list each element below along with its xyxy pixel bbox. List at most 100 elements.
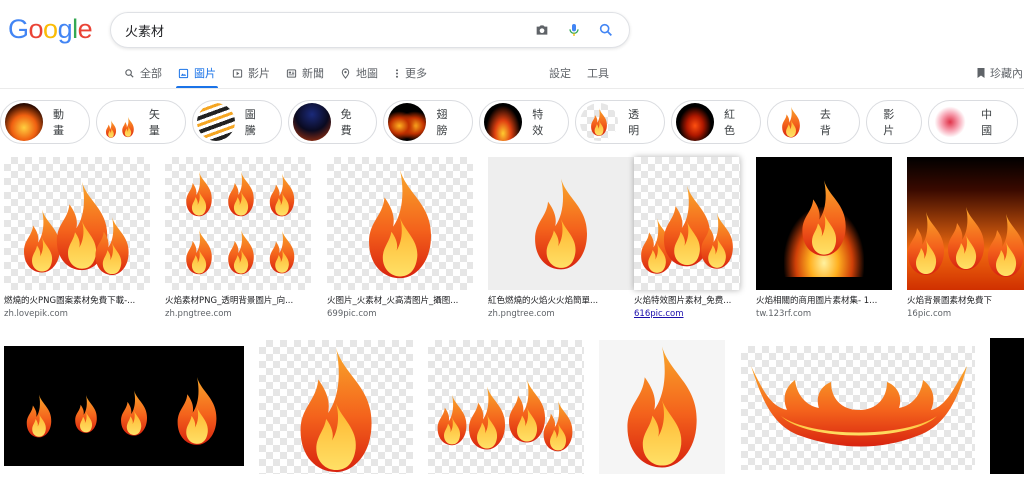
result-caption[interactable]: 燃燒的火PNG圖案素材免費下載-... — [4, 294, 150, 306]
image-result[interactable]: 火焰相關的商用圖片素材集- 1... tw.123rf.com — [756, 157, 892, 319]
settings-link[interactable]: 設定 — [549, 58, 571, 88]
result-source[interactable]: 699pic.com — [327, 309, 473, 319]
logo-letter: o — [43, 13, 58, 44]
result-thumbnail[interactable] — [165, 157, 311, 290]
result-thumbnail[interactable] — [4, 346, 244, 466]
chip-label: 影片 — [883, 108, 895, 137]
logo-letter: G — [8, 13, 29, 44]
chip-transparent[interactable]: 透明 — [575, 100, 666, 144]
image-result[interactable] — [4, 346, 244, 466]
mic-icon[interactable] — [559, 15, 589, 45]
image-result[interactable] — [990, 338, 1024, 474]
image-icon — [178, 68, 189, 78]
result-source[interactable]: 16pic.com — [907, 309, 1024, 319]
result-caption[interactable]: 火焰背景圖素材免費下 — [907, 294, 1024, 306]
result-caption[interactable]: 火焰相關的商用圖片素材集- 1... — [756, 294, 892, 306]
tab-videos[interactable]: 影片 — [232, 58, 270, 88]
chip-label: 特效 — [532, 108, 544, 137]
image-result[interactable] — [741, 346, 975, 470]
image-result[interactable] — [428, 340, 584, 474]
search-box[interactable]: 火素材 — [110, 12, 630, 48]
chip-totem[interactable]: 圖騰 — [191, 100, 282, 144]
chip-china[interactable]: 中國 — [928, 100, 1019, 144]
chip-free[interactable]: 免費 — [287, 100, 378, 144]
chip-video[interactable]: 影片 — [866, 100, 923, 144]
chip-thumbnail — [676, 103, 715, 141]
tab-label: 更多 — [405, 67, 427, 80]
chip-thumbnail — [933, 103, 972, 141]
video-icon — [232, 68, 243, 78]
result-caption[interactable]: 火图片_火素材_火高清图片_攝图... — [327, 294, 473, 306]
chip-label: 紅色 — [724, 108, 736, 137]
tools-link[interactable]: 工具 — [587, 58, 609, 88]
related-chips: 動畫 矢量 圖騰 免費 翅膀 特效 透明 紅色 去 背 影片 中國 — [0, 100, 1024, 146]
result-thumbnail[interactable] — [599, 340, 725, 474]
image-result[interactable]: 火图片_火素材_火高清图片_攝图... 699pic.com — [327, 157, 473, 319]
tab-maps[interactable]: 地圖 — [340, 58, 378, 88]
chip-wings[interactable]: 翅膀 — [383, 100, 474, 144]
result-source[interactable]: zh.pngtree.com — [488, 309, 634, 319]
collections-label: 珍藏內 — [990, 67, 1023, 80]
chip-label: 免費 — [340, 108, 352, 137]
result-thumbnail[interactable] — [907, 157, 1024, 290]
search-icon[interactable] — [591, 15, 621, 45]
result-thumbnail[interactable] — [741, 346, 975, 470]
image-result[interactable] — [259, 340, 413, 474]
result-thumbnail[interactable] — [4, 157, 150, 290]
image-result[interactable] — [599, 340, 725, 474]
chip-remove-background[interactable]: 去 背 — [766, 100, 861, 144]
chip-thumbnail — [292, 103, 331, 141]
header-divider — [0, 88, 1024, 89]
chip-thumbnail — [580, 103, 619, 141]
image-result[interactable]: 火焰特效图片素材_免费... 616pic.com — [634, 157, 740, 319]
news-icon — [286, 68, 297, 78]
chip-red[interactable]: 紅色 — [671, 100, 761, 144]
chip-thumbnail — [196, 103, 235, 141]
result-source[interactable]: 616pic.com — [634, 309, 740, 319]
chip-effects[interactable]: 特效 — [479, 100, 570, 144]
result-caption[interactable]: 火焰素材PNG_透明背景圖片_向... — [165, 294, 311, 306]
result-thumbnail[interactable] — [634, 157, 740, 290]
collections-link[interactable]: 珍藏內 — [976, 58, 1023, 88]
image-result[interactable]: 燃燒的火PNG圖案素材免費下載-... zh.lovepik.com — [4, 157, 150, 319]
google-logo[interactable]: Google — [8, 12, 93, 46]
result-thumbnail[interactable] — [756, 157, 892, 290]
result-source[interactable]: zh.lovepik.com — [4, 309, 150, 319]
result-caption[interactable]: 紅色燃燒的火焰火火焰簡單... — [488, 294, 634, 306]
result-caption[interactable]: 火焰特效图片素材_免费... — [634, 294, 740, 306]
chip-thumbnail — [5, 103, 43, 141]
chip-label: 動畫 — [53, 108, 64, 137]
camera-icon[interactable] — [527, 15, 557, 45]
logo-letter: e — [77, 13, 93, 44]
image-result[interactable]: 紅色燃燒的火焰火火焰簡單... zh.pngtree.com — [488, 157, 634, 319]
map-pin-icon — [341, 67, 350, 79]
result-thumbnail[interactable] — [990, 338, 1024, 474]
tab-label: 影片 — [248, 67, 270, 80]
tab-more[interactable]: 更多 — [394, 58, 427, 88]
chip-label: 翅膀 — [436, 108, 448, 137]
chip-label: 透明 — [628, 108, 640, 137]
tab-label: 圖片 — [194, 67, 216, 80]
image-result[interactable]: 火焰素材PNG_透明背景圖片_向... zh.pngtree.com — [165, 157, 311, 319]
result-thumbnail[interactable] — [259, 340, 413, 474]
tab-news[interactable]: 新聞 — [286, 58, 324, 88]
logo-letter: g — [57, 13, 73, 44]
image-result[interactable]: 火焰背景圖素材免費下 16pic.com — [907, 157, 1024, 319]
chip-thumbnail — [484, 103, 523, 141]
chip-thumbnail — [388, 103, 427, 141]
chip-vector[interactable]: 矢量 — [95, 100, 186, 144]
more-icon — [395, 68, 399, 78]
result-thumbnail[interactable] — [327, 157, 473, 290]
chip-thumbnail — [771, 103, 810, 141]
tab-label: 新聞 — [302, 67, 324, 80]
result-source[interactable]: zh.pngtree.com — [165, 309, 311, 319]
tab-all[interactable]: 全部 — [124, 58, 162, 88]
chip-animation[interactable]: 動畫 — [0, 100, 90, 144]
search-tabs: 全部 圖片 影片 新聞 地圖 更多 — [124, 58, 443, 89]
result-thumbnail[interactable] — [488, 157, 634, 290]
result-thumbnail[interactable] — [428, 340, 584, 474]
search-input[interactable]: 火素材 — [125, 21, 527, 40]
logo-letter: o — [28, 13, 44, 44]
tab-images[interactable]: 圖片 — [176, 58, 218, 89]
result-source[interactable]: tw.123rf.com — [756, 309, 892, 319]
